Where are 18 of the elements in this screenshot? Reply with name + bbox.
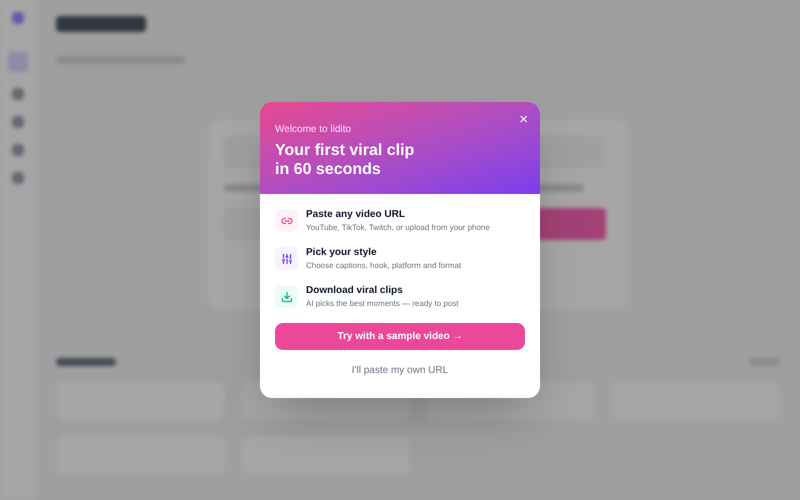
close-button[interactable]: × xyxy=(519,112,528,127)
step-title: Paste any video URL xyxy=(306,208,406,222)
sidebar-icon xyxy=(12,116,24,128)
dialog-title: Your first viral clip in 60 seconds xyxy=(275,141,416,179)
step-description: AI picks the best moments — ready to post xyxy=(306,298,459,310)
welcome-label: Welcome to lidito xyxy=(275,123,352,137)
step-description: Choose captions, hook, platform and format xyxy=(306,260,462,272)
paste-url-link[interactable]: I'll paste my own URL xyxy=(275,363,525,378)
sidebar-icon xyxy=(12,144,24,156)
blurred-heading xyxy=(56,358,116,366)
step-description: YouTube, TikTok, Twitch, or upload from your phone xyxy=(306,222,490,234)
logo-mark xyxy=(12,12,24,24)
sidebar-icon xyxy=(12,172,24,184)
sidebar-icon xyxy=(8,52,28,72)
sidebar-icon xyxy=(12,88,24,100)
sample-video-button[interactable]: Try with a sample video → xyxy=(275,323,525,350)
step-title: Pick your style xyxy=(306,246,378,260)
step-title: Download viral clips xyxy=(306,284,404,298)
